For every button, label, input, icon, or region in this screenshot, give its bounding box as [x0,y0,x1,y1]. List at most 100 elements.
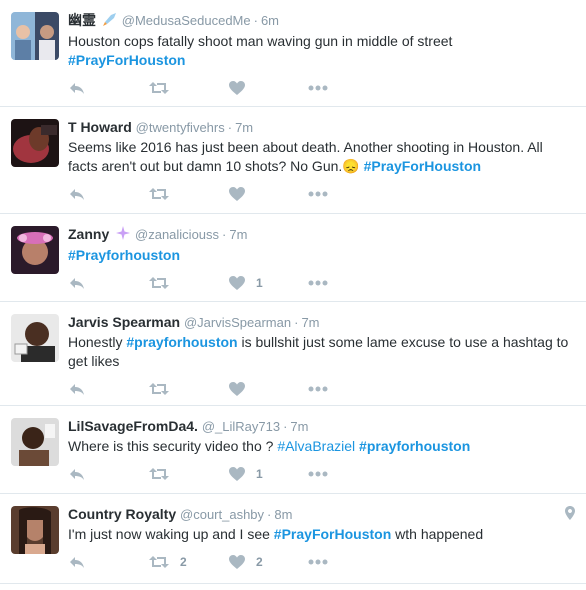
timestamp[interactable]: 7m [301,315,319,330]
tweet[interactable]: T Howard @twentyfivehrs · 7m Seems like 20… [0,107,586,214]
avatar[interactable] [11,418,59,466]
tweet[interactable]: Jarvis Spearman @JarvisSpearman · 7m Hones… [0,302,586,406]
tweet-text: Houston cops fatally shoot man waving gu… [68,32,574,70]
avatar[interactable] [11,226,59,274]
hashtag-link[interactable]: #PrayForHouston [364,158,481,174]
avatar[interactable] [11,506,59,554]
retweet-icon [149,468,169,480]
retweet-icon [149,82,169,94]
timestamp[interactable]: 8m [274,507,292,522]
reply-icon [70,469,84,480]
location-pin-icon[interactable] [565,506,575,525]
display-name[interactable]: Zanny [68,226,109,242]
retweet-icon [149,188,169,200]
tweet-actions: 1 [68,464,574,496]
disappointed-face-emoji: 😞 [342,158,360,174]
hashtag-link[interactable]: #PrayForHouston [68,52,185,68]
display-name[interactable]: LilSavageFromDa4. [68,418,198,434]
retweet-count: 2 [180,555,187,569]
more-button[interactable] [308,280,328,286]
like-button[interactable]: 1 [228,466,308,482]
separator-dot: · [283,419,288,434]
retweet-button[interactable] [148,186,228,202]
more-button[interactable] [308,471,328,477]
like-count: 1 [256,276,263,290]
avatar[interactable] [11,12,59,60]
timestamp[interactable]: 7m [235,120,253,135]
user-handle[interactable]: @zanaliciouss [135,227,219,242]
retweet-icon [149,556,169,568]
tweet-actions [68,78,574,110]
heart-icon [229,555,245,569]
avatar[interactable] [11,314,59,362]
text-segment: Houston cops fatally shoot man waving gu… [68,33,453,49]
more-button[interactable] [308,559,328,565]
heart-icon [229,187,245,201]
separator-dot: · [253,13,258,28]
retweet-button[interactable] [148,381,228,397]
heart-icon [229,467,245,481]
user-handle[interactable]: @_LilRay713 [202,419,280,434]
user-handle[interactable]: @twentyfivehrs [136,120,225,135]
tweet[interactable]: 幽霊 @MedusaSeducedMe · 6m Houston cops fata… [0,0,586,107]
hashtag-link[interactable]: #prayforhouston [359,438,470,454]
more-icon [308,85,328,91]
retweet-button[interactable] [148,275,228,291]
more-icon [308,559,328,565]
user-handle[interactable]: @JarvisSpearman [184,315,291,330]
like-button[interactable] [228,80,308,96]
reply-button[interactable] [68,466,148,482]
retweet-icon [149,383,169,395]
timestamp[interactable]: 6m [261,13,279,28]
reply-button[interactable] [68,275,148,291]
tweet-header: Jarvis Spearman @JarvisSpearman · 7m [68,313,574,332]
tweet-actions: 1 [68,273,574,305]
tweet[interactable]: LilSavageFromDa4. @_LilRay713 · 7m Where i… [0,406,586,494]
retweet-button[interactable] [148,466,228,482]
separator-dot: · [267,507,272,522]
avatar[interactable] [11,119,59,167]
display-name[interactable]: 幽霊 [68,12,96,28]
hashtag-link[interactable]: #AlvaBraziel [277,438,355,454]
tweet-actions [68,184,574,216]
reply-button[interactable] [68,554,148,570]
more-button[interactable] [308,191,328,197]
display-name[interactable]: Country Royalty [68,506,176,522]
hashtag-link[interactable]: #PrayForHouston [274,526,391,542]
tweet-text: I'm just now waking up and I see #PrayFo… [68,525,574,544]
user-handle[interactable]: @court_ashby [180,507,264,522]
retweet-icon [149,277,169,289]
display-name[interactable]: Jarvis Spearman [68,314,180,330]
retweet-button[interactable]: 2 [148,554,228,570]
tweet-text: #Prayforhouston [68,246,574,265]
user-handle[interactable]: @MedusaSeducedMe [122,13,251,28]
more-button[interactable] [308,85,328,91]
tweet-header: LilSavageFromDa4. @_LilRay713 · 7m [68,417,574,436]
display-name[interactable]: T Howard [68,119,132,135]
hashtag-link[interactable]: #prayforhouston [126,334,237,350]
tweet[interactable]: Country Royalty @court_ashby · 8m I'm just… [0,494,586,584]
more-icon [308,191,328,197]
hashtag-link[interactable]: #Prayforhouston [68,247,180,263]
reply-button[interactable] [68,80,148,96]
timestamp[interactable]: 7m [229,227,247,242]
like-button[interactable]: 2 [228,554,308,570]
separator-dot: · [222,227,227,242]
like-count: 1 [256,467,263,481]
heart-icon [229,81,245,95]
tweet-header: Country Royalty @court_ashby · 8m [68,505,574,524]
timestamp[interactable]: 7m [290,419,308,434]
like-button[interactable] [228,381,308,397]
reply-button[interactable] [68,186,148,202]
text-segment: Where is this security video tho ? [68,438,278,454]
tweet-text: Seems like 2016 has just been about deat… [68,138,574,176]
reply-button[interactable] [68,381,148,397]
more-button[interactable] [308,386,328,392]
like-button[interactable] [228,186,308,202]
tweet[interactable]: Zanny @zanaliciouss · 7m #Prayforhouston 1 [0,214,586,302]
reply-icon [70,83,84,94]
retweet-button[interactable] [148,80,228,96]
like-button[interactable]: 1 [228,275,308,291]
like-count: 2 [256,555,263,569]
separator-dot: · [227,120,233,135]
